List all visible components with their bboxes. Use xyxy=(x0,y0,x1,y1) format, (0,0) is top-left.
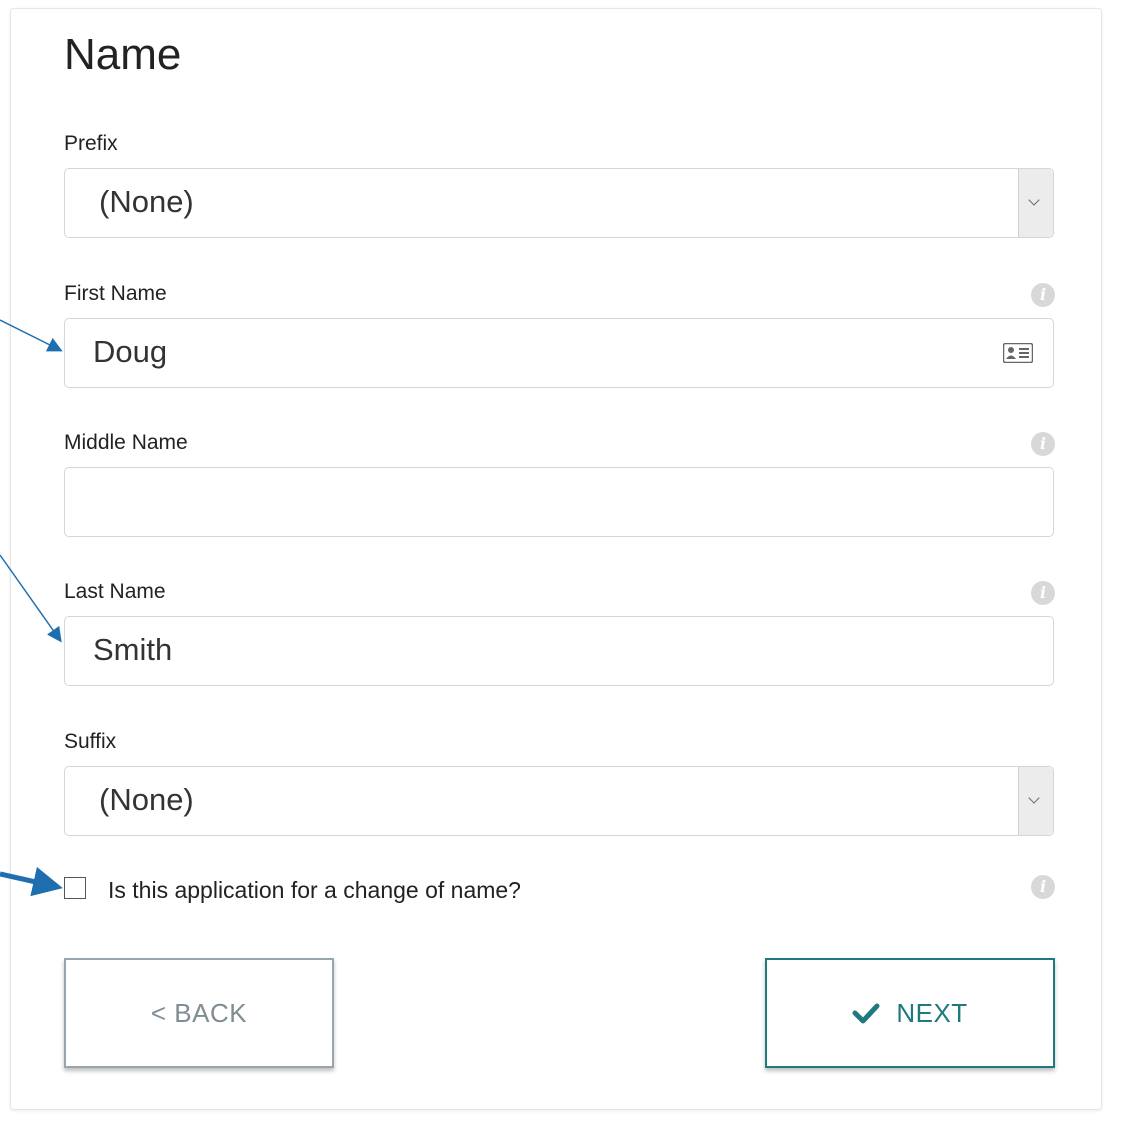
last-name-field[interactable]: Smith xyxy=(64,616,1054,686)
change-of-name-checkbox[interactable] xyxy=(64,877,86,899)
chevron-down-icon[interactable] xyxy=(1018,169,1053,237)
suffix-value: (None) xyxy=(99,782,194,817)
back-button-label: < BACK xyxy=(150,997,248,1028)
suffix-label: Suffix xyxy=(64,730,117,753)
info-icon[interactable]: i xyxy=(1031,283,1055,307)
contact-card-icon xyxy=(1003,343,1033,363)
checkmark-icon xyxy=(852,1002,880,1024)
back-button[interactable]: < BACK xyxy=(64,958,334,1068)
first-name-field[interactable]: Doug xyxy=(64,318,1054,388)
first-name-value: Doug xyxy=(93,334,168,369)
prefix-value: (None) xyxy=(99,184,194,219)
next-button-label: NEXT xyxy=(896,997,968,1028)
middle-name-field[interactable] xyxy=(64,467,1054,537)
suffix-select[interactable]: (None) xyxy=(64,766,1054,836)
next-button[interactable]: NEXT xyxy=(765,958,1055,1068)
last-name-value: Smith xyxy=(93,632,173,667)
first-name-label: First Name xyxy=(64,282,167,305)
info-icon[interactable]: i xyxy=(1031,581,1055,605)
info-icon[interactable]: i xyxy=(1031,875,1055,899)
last-name-label: Last Name xyxy=(64,580,166,603)
middle-name-label: Middle Name xyxy=(64,431,188,454)
prefix-select[interactable]: (None) xyxy=(64,168,1054,238)
prefix-label: Prefix xyxy=(64,132,118,155)
page-title: Name xyxy=(64,30,182,79)
change-of-name-label[interactable]: Is this application for a change of name… xyxy=(108,877,521,904)
info-icon[interactable]: i xyxy=(1031,432,1055,456)
chevron-down-icon[interactable] xyxy=(1018,767,1053,835)
